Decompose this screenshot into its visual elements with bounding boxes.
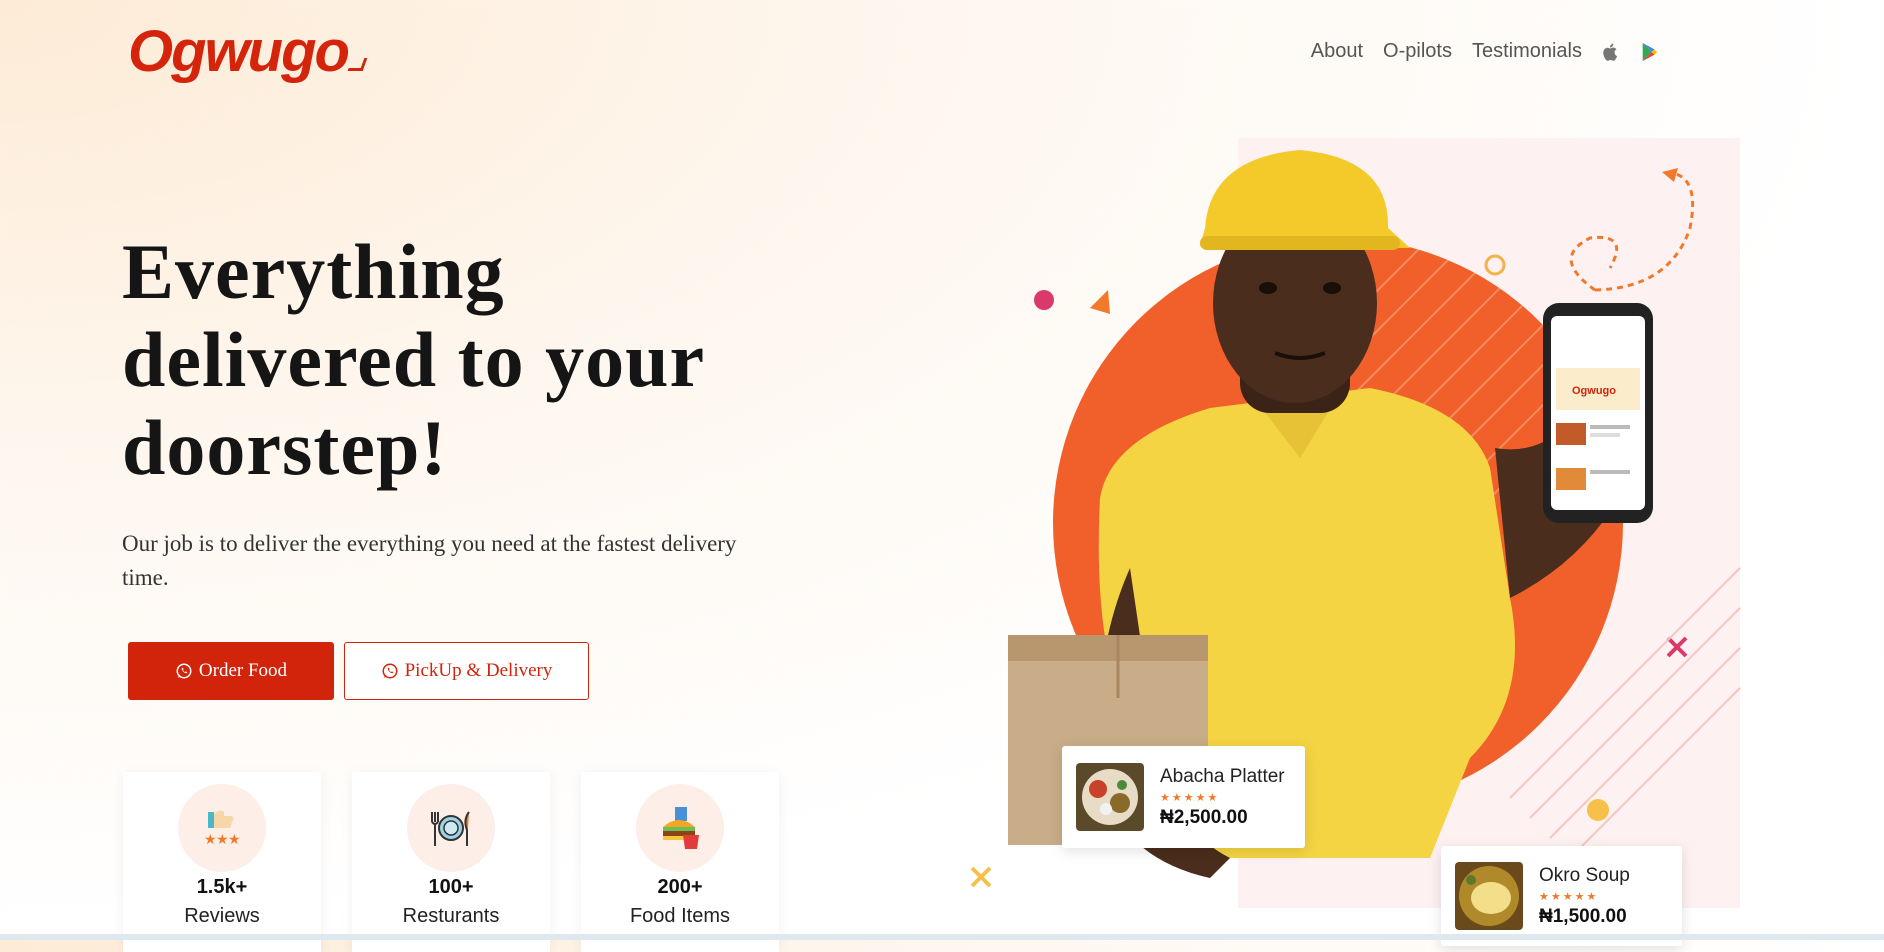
fast-food-icon xyxy=(636,784,724,872)
plate-cutlery-icon xyxy=(407,784,495,872)
stat-value: 1.5k+ xyxy=(196,876,248,898)
rating-stars: ★★★★★ xyxy=(1160,791,1220,804)
google-play-icon[interactable] xyxy=(1640,42,1658,62)
abacha-platter-image xyxy=(1076,763,1144,831)
whatsapp-icon xyxy=(176,663,192,679)
food-price: ₦1,500.00 xyxy=(1539,905,1627,927)
hero-title: Everything delivered to your doorstep! xyxy=(122,228,762,492)
stat-card-restaurants: 100+ Resturants xyxy=(352,772,550,952)
nav-testimonials[interactable]: Testimonials xyxy=(1472,40,1582,63)
stat-value: 200+ xyxy=(657,876,703,898)
order-food-button[interactable]: Order Food xyxy=(128,642,334,700)
top-nav: About O-pilots Testimonials xyxy=(1311,40,1658,63)
apple-icon[interactable] xyxy=(1602,42,1620,62)
nav-o-pilots[interactable]: O-pilots xyxy=(1383,40,1452,63)
stat-card-food-items: 200+ Food Items xyxy=(581,772,779,952)
stat-label: Resturants xyxy=(402,905,500,927)
stat-value: 100+ xyxy=(428,876,474,898)
hero-title-line-2: delivered to your xyxy=(122,316,706,403)
hero-title-line-3: doorstep! xyxy=(122,404,448,491)
svg-text:★: ★ xyxy=(216,831,229,847)
nav-about[interactable]: About xyxy=(1311,40,1363,63)
food-price: ₦2,500.00 xyxy=(1160,806,1248,828)
okro-soup-image xyxy=(1455,862,1523,930)
svg-text:★: ★ xyxy=(204,831,217,847)
thumbs-up-stars-icon: ★ ★ ★ xyxy=(178,784,266,872)
svg-text:★: ★ xyxy=(228,831,241,847)
stat-label: Reviews xyxy=(184,905,260,927)
horizontal-scrollbar[interactable] xyxy=(0,934,1884,940)
food-name: Okro Soup xyxy=(1539,864,1630,886)
order-food-label: Order Food xyxy=(198,660,288,681)
hero-title-line-1: Everything xyxy=(122,228,505,315)
food-card-info: Okro Soup ★★★★★ ₦1,500.00 xyxy=(1539,865,1630,928)
ogwugo-logo[interactable]: Ogwugo xyxy=(128,18,368,85)
food-card-okro[interactable]: Okro Soup ★★★★★ ₦1,500.00 xyxy=(1441,846,1682,946)
pickup-delivery-button[interactable]: PickUp & Delivery xyxy=(344,642,589,700)
rating-stars: ★★★★★ xyxy=(1539,890,1599,903)
phone-illustration: Ogwugo xyxy=(1543,303,1653,523)
food-card-abacha[interactable]: Abacha Platter ★★★★★ ₦2,500.00 xyxy=(1062,746,1305,848)
svg-text:Ogwugo: Ogwugo xyxy=(1572,385,1616,397)
whatsapp-icon xyxy=(382,663,398,679)
pickup-delivery-label: PickUp & Delivery xyxy=(404,660,553,681)
stat-label: Food Items xyxy=(629,905,731,927)
hero-subtitle: Our job is to deliver the everything you… xyxy=(122,531,737,590)
stat-card-reviews: ★ ★ ★ 1.5k+ Reviews xyxy=(123,772,321,952)
food-card-info: Abacha Platter ★★★★★ ₦2,500.00 xyxy=(1160,766,1285,829)
food-name: Abacha Platter xyxy=(1160,765,1285,787)
